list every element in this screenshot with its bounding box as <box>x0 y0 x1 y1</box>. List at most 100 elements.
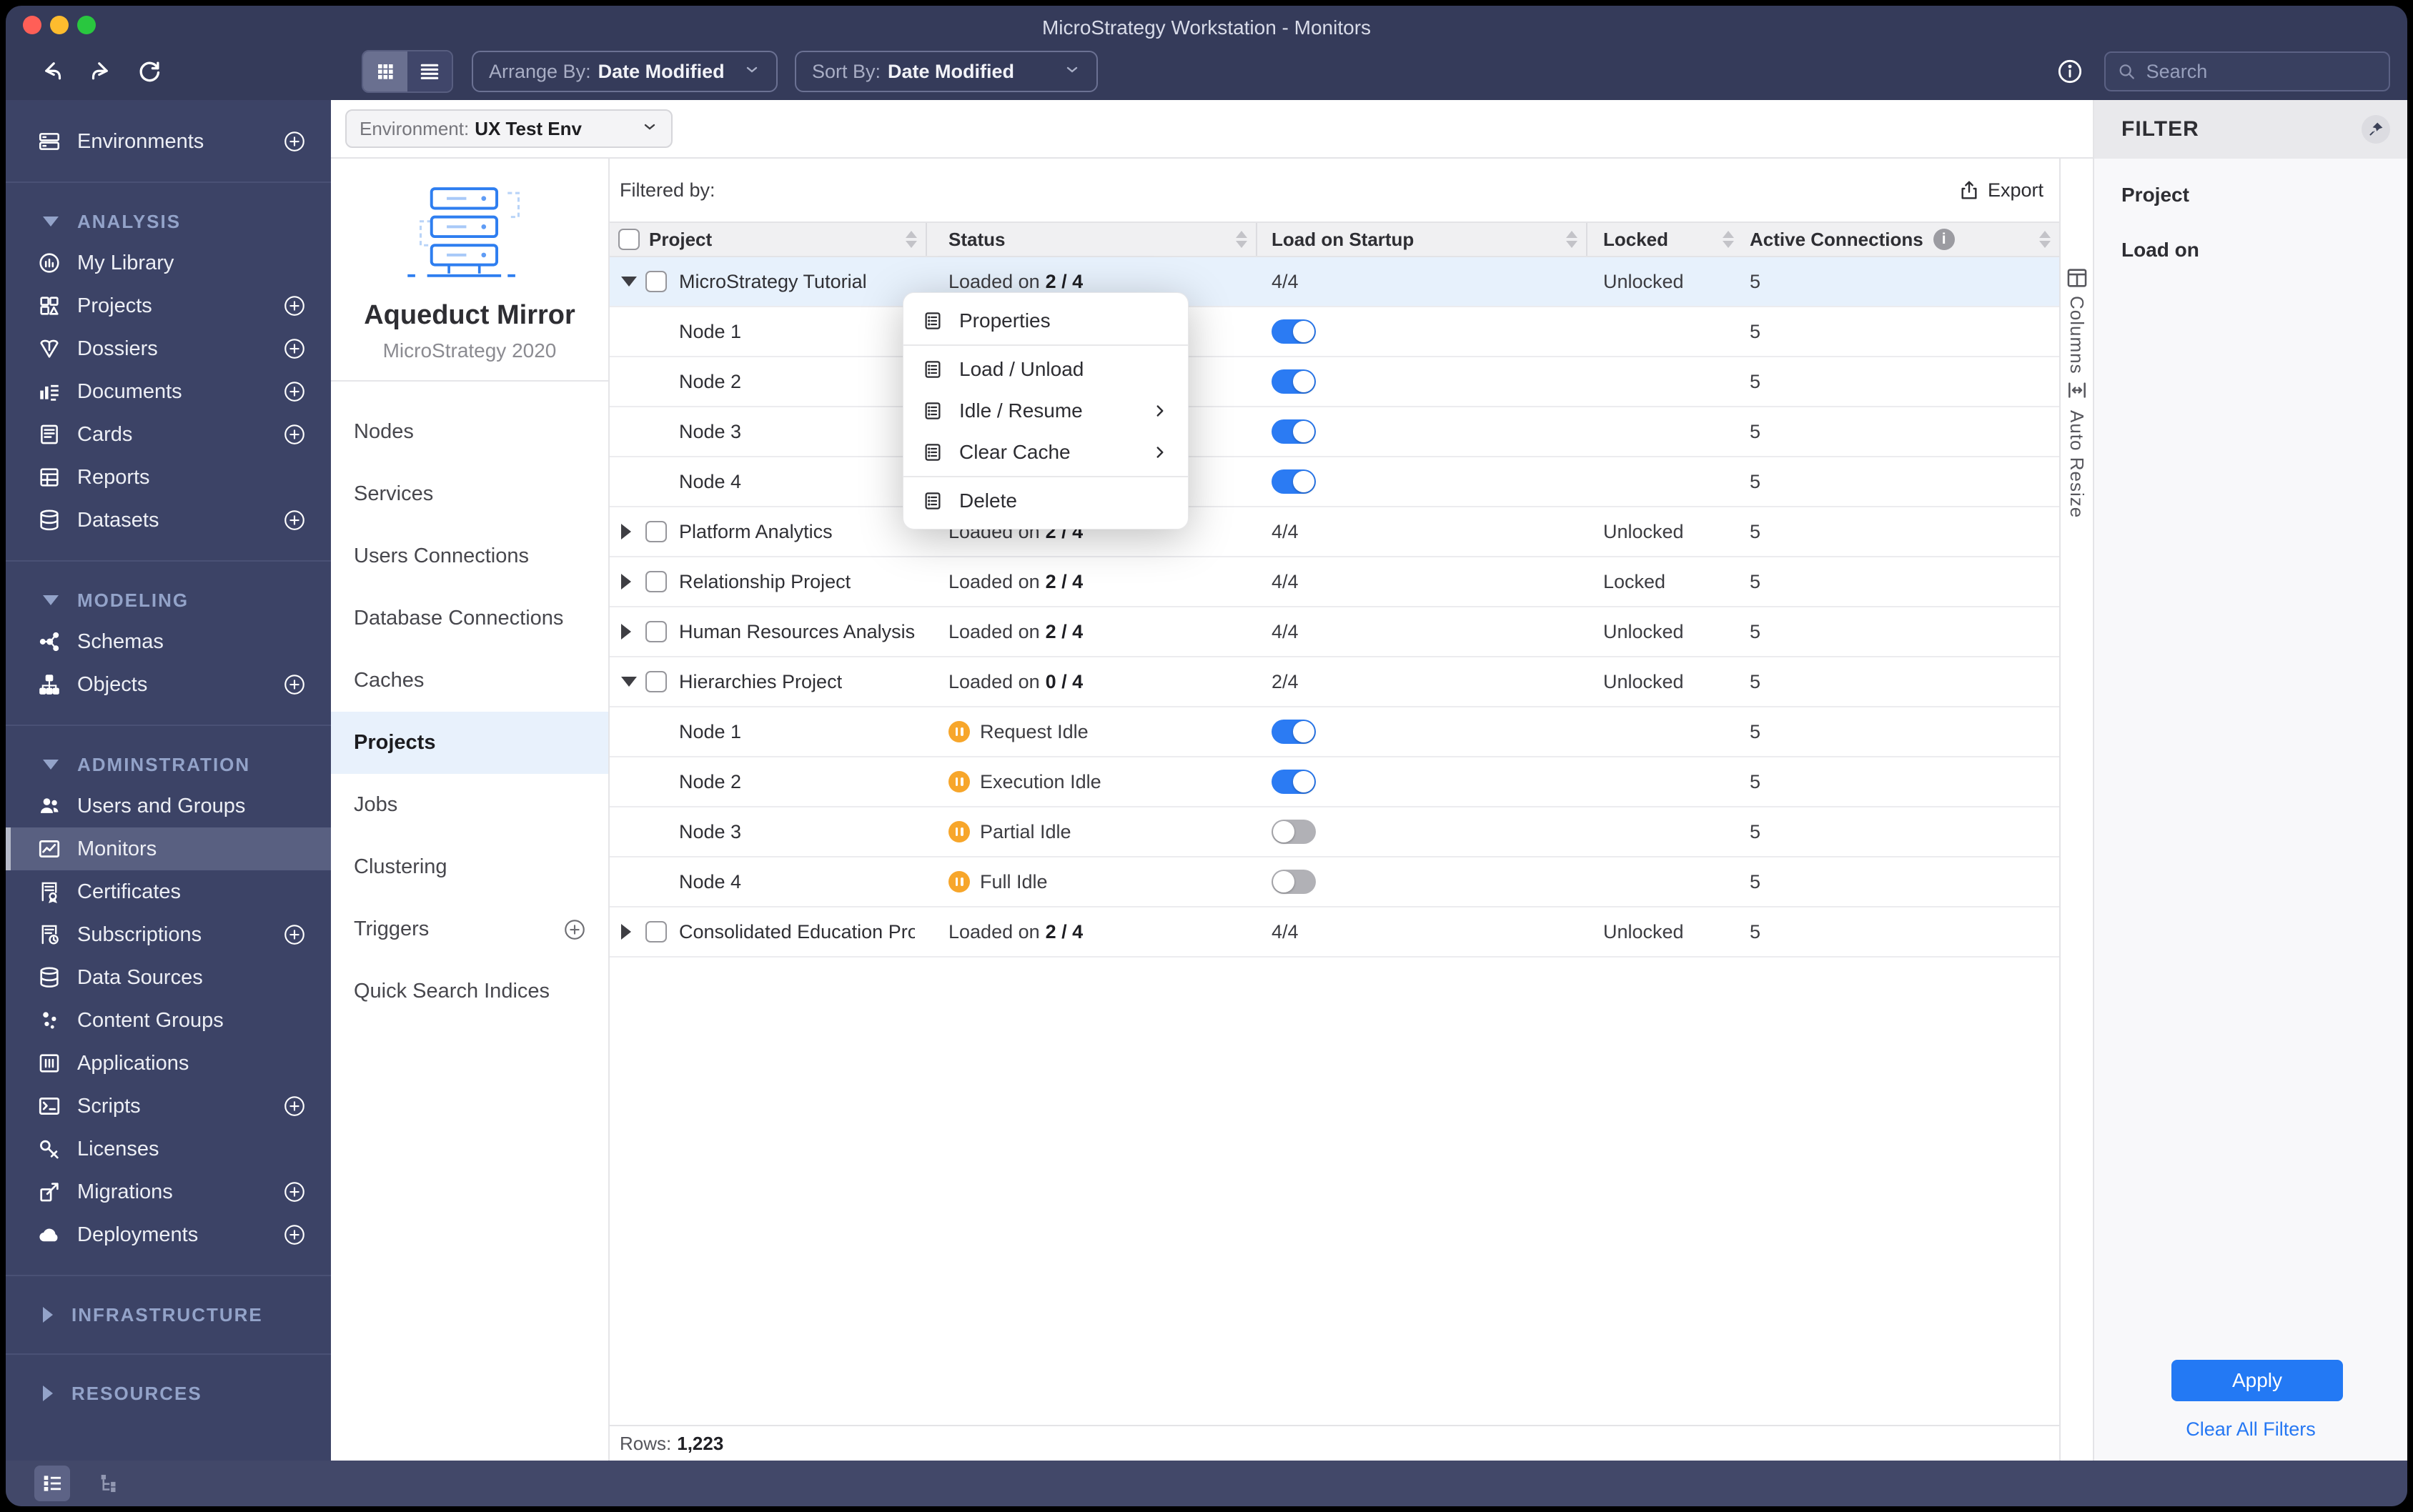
panel-item-jobs[interactable]: Jobs <box>331 774 608 836</box>
row-checkbox[interactable] <box>645 671 667 692</box>
sidebar-item-licenses[interactable]: Licenses <box>6 1128 331 1170</box>
sidebar-item-monitors[interactable]: Monitors <box>6 827 331 870</box>
columns-button[interactable] <box>2065 266 2089 290</box>
sort-icon[interactable] <box>2039 231 2051 248</box>
panel-item-caches[interactable]: Caches <box>331 650 608 712</box>
table-row[interactable]: Node 3 5 <box>610 407 2059 457</box>
sidebar-item-documents[interactable]: Documents <box>6 370 331 413</box>
collapse-icon[interactable] <box>621 277 637 287</box>
sidebar-item-schemas[interactable]: Schemas <box>6 620 331 663</box>
column-header-project[interactable]: Project <box>610 223 927 256</box>
table-row[interactable]: Node 3 Partial Idle 5 <box>610 807 2059 857</box>
load-on-startup-toggle[interactable] <box>1272 720 1316 744</box>
expand-icon[interactable] <box>621 574 631 590</box>
section-resources[interactable]: RESOURCES <box>6 1373 331 1413</box>
columns-label[interactable]: Columns <box>2066 296 2088 374</box>
sidebar-item-applications[interactable]: Applications <box>6 1042 331 1085</box>
sidebar-item-scripts[interactable]: Scripts <box>6 1085 331 1128</box>
sidebar-item-reports[interactable]: Reports <box>6 456 331 499</box>
sort-by-dropdown[interactable]: Sort By: Date Modified <box>795 51 1098 92</box>
table-row[interactable]: Hierarchies Project Loaded on 0 / 4 2/4 U… <box>610 657 2059 707</box>
filter-field-load-on[interactable]: Load on <box>2094 222 2407 277</box>
table-row[interactable]: Platform Analytics Loaded on 2 / 4 4/4 Un… <box>610 507 2059 557</box>
menu-item-load-unload[interactable]: Load / Unload <box>903 349 1188 390</box>
info-icon[interactable]: i <box>1933 229 1955 250</box>
load-on-startup-toggle[interactable] <box>1272 369 1316 394</box>
sidebar-item-environments[interactable]: Environments <box>6 120 331 163</box>
add-card-button[interactable] <box>282 422 307 447</box>
panel-item-services[interactable]: Services <box>331 463 608 525</box>
add-migration-button[interactable] <box>282 1180 307 1204</box>
back-button[interactable] <box>33 51 71 91</box>
sidebar-item-objects[interactable]: Objects <box>6 663 331 706</box>
add-deployment-button[interactable] <box>282 1223 307 1247</box>
table-row[interactable]: Relationship Project Loaded on 2 / 4 4/4 … <box>610 557 2059 607</box>
sort-icon[interactable] <box>1236 231 1247 248</box>
column-header-load-on-startup[interactable]: Load on Startup <box>1257 223 1587 256</box>
row-checkbox[interactable] <box>645 271 667 292</box>
load-on-startup-toggle[interactable] <box>1272 469 1316 494</box>
load-on-startup-toggle[interactable] <box>1272 770 1316 794</box>
sidebar-item-cards[interactable]: Cards <box>6 413 331 456</box>
arrange-by-dropdown[interactable]: Arrange By: Date Modified <box>472 51 778 92</box>
panel-item-users-connections[interactable]: Users Connections <box>331 525 608 587</box>
table-row[interactable]: Node 1 Request Idle 5 <box>610 707 2059 757</box>
sidebar-item-deployments[interactable]: Deployments <box>6 1213 331 1256</box>
sidebar-item-projects[interactable]: Projects <box>6 284 331 327</box>
sort-icon[interactable] <box>1566 231 1577 248</box>
sidebar-item-data-sources[interactable]: Data Sources <box>6 956 331 999</box>
table-row[interactable]: Node 2 Execution Idle 5 <box>610 757 2059 807</box>
minimize-window-button[interactable] <box>50 16 69 34</box>
pin-button[interactable] <box>2362 115 2390 144</box>
expand-icon[interactable] <box>621 524 631 539</box>
load-on-startup-toggle[interactable] <box>1272 319 1316 344</box>
panel-item-quick-search-indices[interactable]: Quick Search Indices <box>331 960 608 1023</box>
zoom-window-button[interactable] <box>77 16 96 34</box>
row-checkbox[interactable] <box>645 921 667 942</box>
table-row[interactable]: Human Resources Analysis Mo Loaded on2 /… <box>610 607 2059 657</box>
table-row[interactable]: Consolidated Education Projec Loaded on2… <box>610 907 2059 958</box>
search-input[interactable] <box>2146 60 2377 83</box>
menu-item-clear-cache[interactable]: Clear Cache <box>903 432 1188 473</box>
column-header-status[interactable]: Status <box>927 223 1257 256</box>
expand-icon[interactable] <box>621 624 631 640</box>
tree-view-button[interactable] <box>91 1466 127 1501</box>
refresh-button[interactable] <box>130 51 169 91</box>
panel-item-nodes[interactable]: Nodes <box>331 401 608 463</box>
table-row[interactable]: Node 4 Full Idle 5 <box>610 857 2059 907</box>
sidebar-item-subscriptions[interactable]: Subscriptions <box>6 913 331 956</box>
section-infrastructure[interactable]: INFRASTRUCTURE <box>6 1295 331 1335</box>
add-trigger-button[interactable] <box>563 917 587 942</box>
add-dossier-button[interactable] <box>282 337 307 361</box>
menu-item-delete[interactable]: Delete <box>903 480 1188 522</box>
panel-item-clustering[interactable]: Clustering <box>331 836 608 898</box>
menu-item-idle-resume[interactable]: Idle / Resume <box>903 390 1188 432</box>
menu-item-properties[interactable]: Properties <box>903 300 1188 342</box>
filter-field-project[interactable]: Project <box>2094 167 2407 222</box>
add-dataset-button[interactable] <box>282 508 307 532</box>
load-on-startup-toggle[interactable] <box>1272 820 1316 844</box>
sidebar-item-datasets[interactable]: Datasets <box>6 499 331 542</box>
panel-item-triggers[interactable]: Triggers <box>331 898 608 960</box>
environment-select[interactable]: Environment: UX Test Env <box>345 109 673 148</box>
sidebar-item-dossiers[interactable]: Dossiers <box>6 327 331 370</box>
flat-list-view-button[interactable] <box>34 1466 70 1501</box>
panel-item-projects[interactable]: Projects <box>331 712 608 774</box>
sidebar-item-migrations[interactable]: Migrations <box>6 1170 331 1213</box>
select-all-checkbox[interactable] <box>618 229 640 250</box>
add-object-button[interactable] <box>282 672 307 697</box>
table-row[interactable]: MicroStrategy Tutorial Loaded on 2 / 4 4/… <box>610 257 2059 307</box>
expand-icon[interactable] <box>621 924 631 940</box>
forward-button[interactable] <box>81 51 120 91</box>
close-window-button[interactable] <box>23 16 41 34</box>
section-modeling[interactable]: MODELING <box>6 580 331 620</box>
row-checkbox[interactable] <box>645 521 667 542</box>
apply-button[interactable]: Apply <box>2171 1360 2343 1401</box>
add-script-button[interactable] <box>282 1094 307 1118</box>
section-analysis[interactable]: ANALYSIS <box>6 202 331 242</box>
column-header-active-connections[interactable]: Active Connections i <box>1743 223 2059 256</box>
load-on-startup-toggle[interactable] <box>1272 870 1316 894</box>
info-button[interactable] <box>2054 56 2086 87</box>
add-environment-button[interactable] <box>282 129 307 154</box>
sidebar-item-my-library[interactable]: My Library <box>6 242 331 284</box>
